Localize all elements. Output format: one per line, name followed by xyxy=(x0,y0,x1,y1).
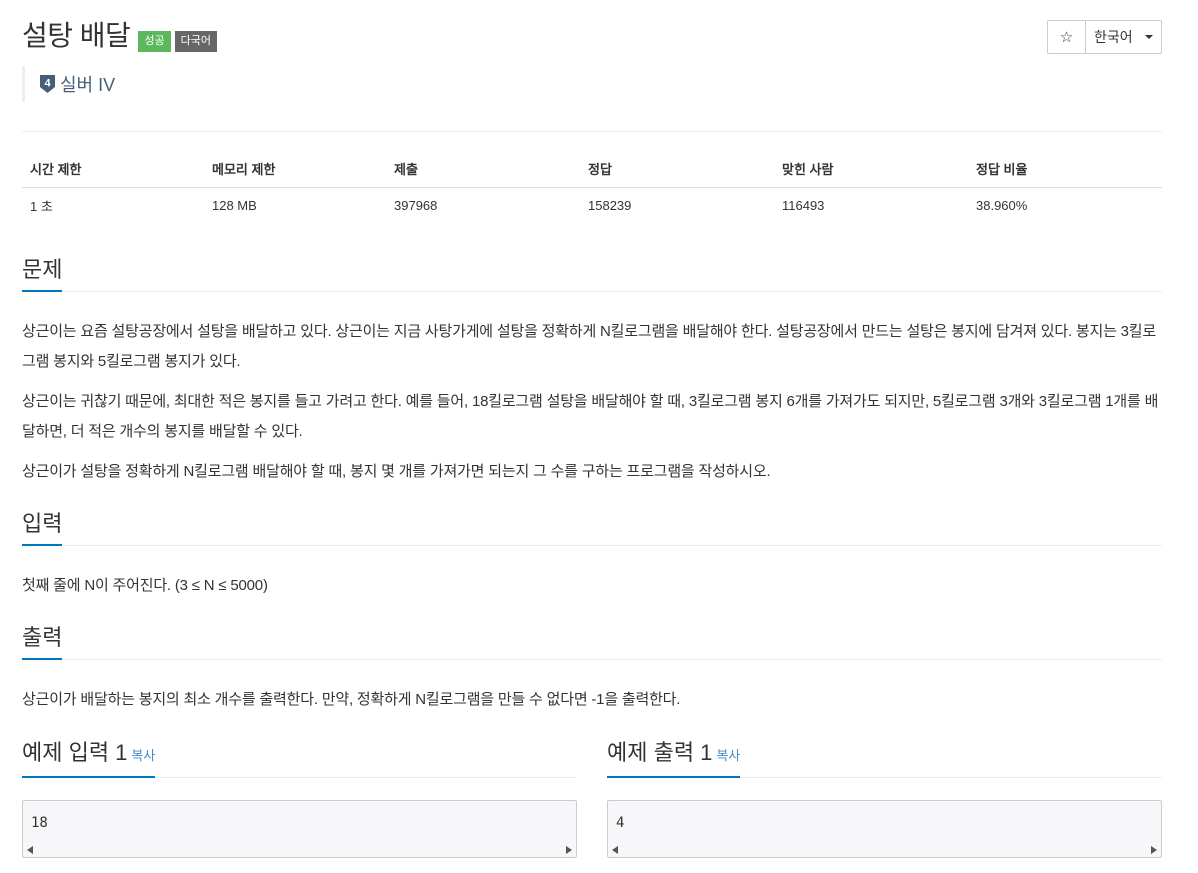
status-badge-success: 성공 xyxy=(138,31,171,52)
star-button[interactable]: ☆ xyxy=(1047,20,1086,54)
stats-time-limit: 1 초 xyxy=(30,198,53,214)
stats-value-row: 1 초 128 MB 397968 158239 116493 38.960% xyxy=(22,187,1162,223)
scroll-left-icon[interactable] xyxy=(612,846,618,854)
stats-header-accepted: 정답 xyxy=(580,151,774,188)
star-icon: ☆ xyxy=(1059,29,1074,46)
sample-input-title: 예제 입력 1 xyxy=(22,740,128,765)
horizontal-scrollbar[interactable] xyxy=(23,843,576,857)
copy-sample-input-button[interactable]: 복사 xyxy=(131,748,155,763)
stats-header-solvers: 맞힌 사람 xyxy=(774,151,968,188)
output-heading: 출력 xyxy=(22,624,63,660)
problem-title-row: 설탕 배달 성공 다국어 xyxy=(22,18,217,54)
scroll-left-icon[interactable] xyxy=(27,846,33,854)
stats-accepted: 158239 xyxy=(588,197,632,213)
description-paragraph-1: 상근이는 요즘 설탕공장에서 설탕을 배달하고 있다. 상근이는 지금 사탕가게… xyxy=(22,323,1157,370)
stats-header-row: 시간 제한 메모리 제한 제출 정답 맞힌 사람 정답 비율 xyxy=(22,151,1162,188)
scroll-right-icon[interactable] xyxy=(566,846,572,854)
sample-input-section-header: 예제 입력 1 복사 xyxy=(22,739,577,778)
input-heading: 입력 xyxy=(22,510,63,546)
sample-output-heading: 예제 출력 1 복사 xyxy=(607,739,741,778)
output-description: 상근이가 배달하는 봉지의 최소 개수를 출력한다. 만약, 정확하게 N킬로그… xyxy=(22,691,681,708)
sample-input-heading: 예제 입력 1 복사 xyxy=(22,739,156,778)
problem-stats-table: 시간 제한 메모리 제한 제출 정답 맞힌 사람 정답 비율 1 초 128 M… xyxy=(22,151,1162,223)
stats-header-ratio: 정답 비율 xyxy=(968,151,1162,188)
caret-down-icon xyxy=(1145,35,1153,39)
tier-block: 4 실버 IV xyxy=(22,66,115,102)
stats-header-submissions: 제출 xyxy=(386,151,580,188)
copy-sample-output-button[interactable]: 복사 xyxy=(716,748,740,763)
sample-output-box: 4 xyxy=(607,800,1162,858)
description-section-header: 문제 xyxy=(22,256,1162,292)
tier-level-number: 4 xyxy=(44,78,51,90)
tier-label[interactable]: 실버 IV xyxy=(60,71,115,97)
tier-shield-icon: 4 xyxy=(39,74,56,94)
language-label: 한국어 xyxy=(1094,29,1133,45)
description-heading: 문제 xyxy=(22,256,63,292)
sample-input-value: 18 xyxy=(31,815,48,831)
input-description: 첫째 줄에 N이 주어진다. (3 ≤ N ≤ 5000) xyxy=(22,577,268,594)
output-section-header: 출력 xyxy=(22,624,1162,660)
stats-header-memory-limit: 메모리 제한 xyxy=(204,151,386,188)
input-section-header: 입력 xyxy=(22,510,1162,546)
stats-solvers: 116493 xyxy=(782,197,825,213)
stats-memory-limit: 128 MB xyxy=(212,197,257,213)
scroll-right-icon[interactable] xyxy=(1151,846,1157,854)
sample-input-box: 18 xyxy=(22,800,577,858)
horizontal-scrollbar[interactable] xyxy=(608,843,1161,857)
stats-ratio: 38.960% xyxy=(976,197,1028,213)
stats-submissions[interactable]: 397968 xyxy=(386,187,580,223)
sample-output-title: 예제 출력 1 xyxy=(607,740,713,765)
sample-output-value: 4 xyxy=(616,815,625,831)
description-paragraph-3: 상근이가 설탕을 정확하게 N킬로그램 배달해야 할 때, 봉지 몇 개를 가져… xyxy=(22,463,771,480)
status-badge-multilang: 다국어 xyxy=(174,31,217,52)
stats-header-time-limit: 시간 제한 xyxy=(22,151,204,188)
language-dropdown[interactable]: 한국어 xyxy=(1086,20,1162,54)
page-title: 설탕 배달 xyxy=(22,20,131,51)
divider xyxy=(22,131,1162,132)
top-right-toolbar: ☆ 한국어 xyxy=(1047,20,1162,54)
description-paragraph-2: 상근이는 귀찮기 때문에, 최대한 적은 봉지를 들고 가려고 한다. 예를 들… xyxy=(22,393,1159,440)
sample-output-section-header: 예제 출력 1 복사 xyxy=(607,739,1162,778)
